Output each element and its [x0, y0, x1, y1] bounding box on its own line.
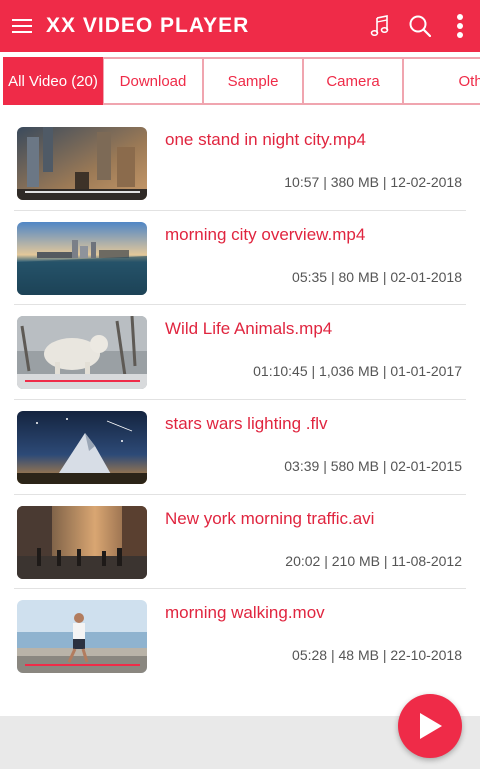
hamburger-menu-icon	[12, 19, 32, 33]
video-item[interactable]: Wild Life Animals.mp4 01:10:45 | 1,036 M…	[14, 305, 466, 401]
video-item[interactable]: stars wars lighting .flv 03:39 | 580 MB …	[14, 400, 466, 495]
video-thumbnail	[17, 127, 147, 200]
video-title: one stand in night city.mp4	[165, 130, 366, 149]
tab-download[interactable]: Download	[103, 57, 203, 105]
tab-camera[interactable]: Camera	[303, 57, 403, 105]
video-thumbnail	[17, 600, 147, 674]
video-meta: 01:10:45 | 1,036 MB | 01-01-2017	[253, 363, 462, 380]
video-title: New york morning traffic.avi	[165, 508, 375, 528]
video-title: morning walking.mov	[165, 603, 325, 623]
music-icon	[370, 15, 389, 37]
menu-button[interactable]	[0, 0, 44, 52]
video-thumbnail	[17, 221, 147, 295]
video-title: Wild Life Animals.mp4	[165, 319, 333, 339]
play-icon	[420, 713, 442, 739]
app-title: XX VIDEO PLAYER	[46, 14, 250, 37]
video-thumbnail	[17, 411, 147, 485]
video-meta: 03:39 | 580 MB | 02-01-2015	[284, 458, 462, 475]
video-item[interactable]: morning city overview.mp4 05:35 | 80 MB …	[14, 211, 466, 306]
app-bar: XX VIDEO PLAYER	[0, 0, 480, 52]
tab-all-video[interactable]: All Video (20)	[3, 57, 103, 105]
video-thumbnail	[17, 316, 147, 390]
video-item[interactable]: New york morning traffic.avi 20:02 | 210…	[14, 495, 466, 590]
more-vert-icon	[457, 14, 463, 38]
video-meta: 10:57 | 380 MB | 12-02-2018	[284, 174, 462, 190]
category-tabs: All Video (20) Download Sample Camera Ot…	[0, 56, 480, 106]
tab-sample[interactable]: Sample	[203, 57, 303, 105]
video-item[interactable]: one stand in night city.mp4 10:57 | 380 …	[14, 116, 466, 211]
more-options-button[interactable]	[440, 0, 480, 52]
video-list: one stand in night city.mp4 10:57 | 380 …	[0, 116, 480, 684]
video-meta: 20:02 | 210 MB | 11-08-2012	[285, 552, 462, 569]
music-button[interactable]	[360, 0, 400, 52]
tab-other[interactable]: Other	[403, 57, 480, 105]
video-meta: 05:35 | 80 MB | 02-01-2018	[292, 268, 462, 285]
video-thumbnail	[17, 505, 147, 579]
video-title: morning city overview.mp4	[165, 224, 366, 244]
video-meta: 05:28 | 48 MB | 22-10-2018	[292, 647, 462, 664]
video-title: stars wars lighting .flv	[165, 414, 328, 434]
search-button[interactable]	[400, 0, 440, 52]
search-icon	[409, 15, 431, 37]
video-item[interactable]: morning walking.mov 05:28 | 48 MB | 22-1…	[14, 589, 466, 684]
play-fab-button[interactable]	[398, 694, 462, 758]
